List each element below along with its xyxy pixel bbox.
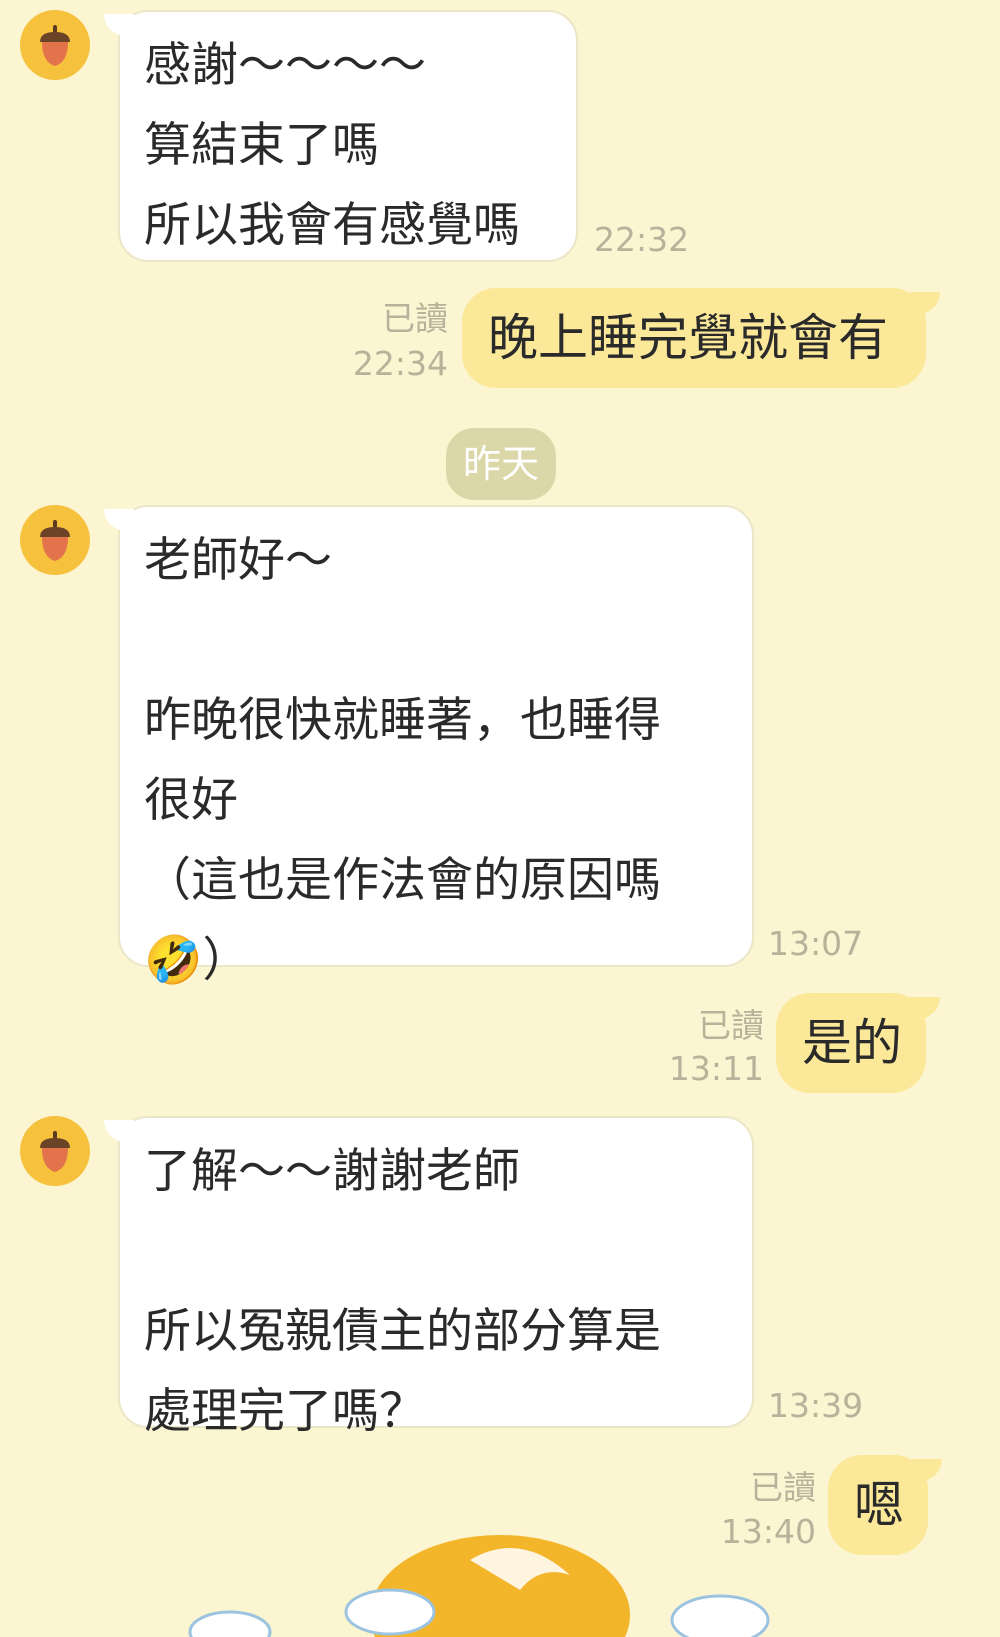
sticker-decoration (188, 1535, 770, 1637)
message-time: 13:07 (768, 924, 864, 963)
read-status: 已讀 (698, 1006, 764, 1045)
message-time: 22:34 (352, 344, 448, 383)
message-time: 13:39 (768, 1386, 864, 1425)
acorn-icon (40, 1131, 70, 1172)
acorn-icon (40, 520, 70, 561)
contact-avatar[interactable] (20, 505, 90, 575)
message-bubble-incoming[interactable]: 感謝～～～～ 算結束了嗎 所以我會有感覺嗎 (104, 10, 578, 262)
acorn-icon (40, 25, 70, 66)
message-time: 22:32 (594, 220, 690, 259)
message-time: 13:11 (668, 1049, 764, 1088)
message-bubble-outgoing[interactable]: 晚上睡完覺就會有 (462, 288, 940, 388)
read-status: 已讀 (750, 1468, 816, 1507)
contact-avatar[interactable] (20, 1116, 90, 1186)
message-bubble-outgoing[interactable]: 是的 (776, 993, 940, 1093)
message-bubble-incoming[interactable]: 老師好～ 昨晚很快就睡著，也睡得 很好 （這也是作法會的原因嗎 🤣） (104, 505, 754, 988)
read-status: 已讀 (382, 299, 448, 338)
date-separator: 昨天 (446, 428, 556, 500)
message-bubble-incoming[interactable]: 了解～～謝謝老師 所以冤親債主的部分算是 處理完了嗎？ (104, 1116, 754, 1439)
contact-avatar[interactable] (20, 10, 90, 80)
